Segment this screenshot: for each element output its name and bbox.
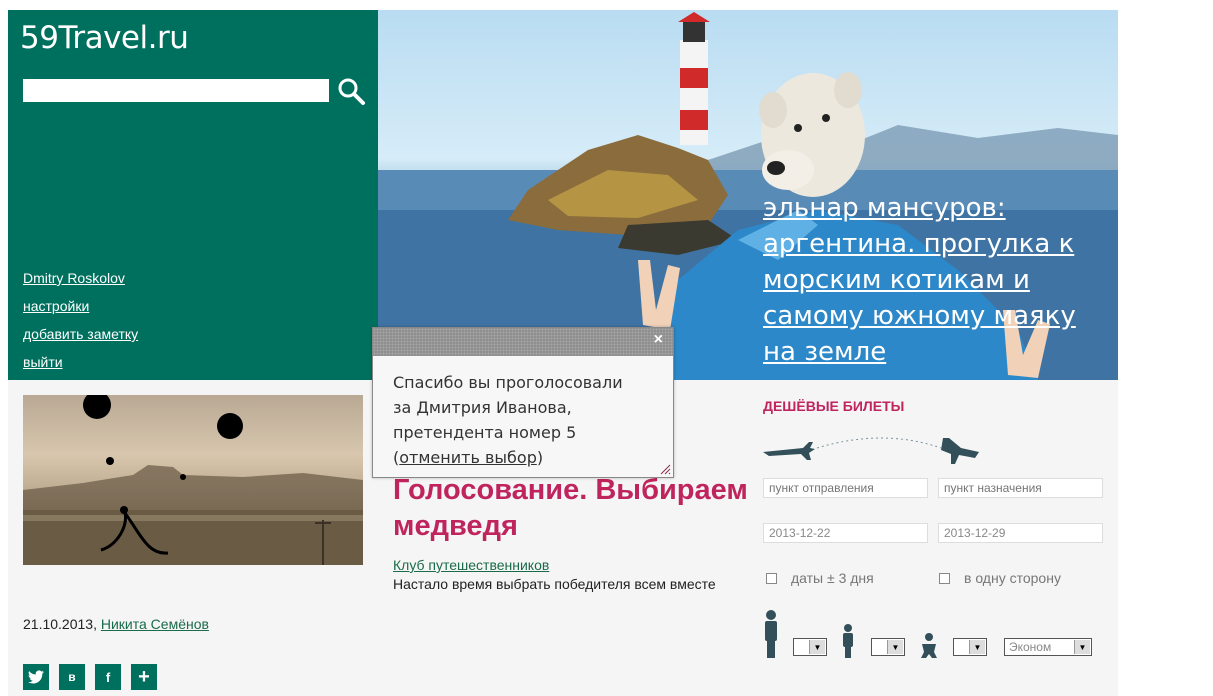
user-profile-link[interactable]: Dmitry Roskolov xyxy=(23,264,138,292)
dropdown-arrow-icon: ▼ xyxy=(887,640,903,654)
flight-route-graphic xyxy=(763,437,979,464)
search-icon xyxy=(338,78,365,105)
search-input[interactable] xyxy=(23,79,329,102)
dropdown-arrow-icon: ▼ xyxy=(809,640,825,654)
return-date-input[interactable] xyxy=(938,523,1103,543)
infants-select[interactable]: ▼ xyxy=(953,638,987,656)
one-way-option[interactable]: в одну сторону xyxy=(939,570,1061,586)
children-select[interactable]: ▼ xyxy=(871,638,905,656)
popup-line-2: за Дмитрия Иванова, xyxy=(393,398,572,417)
post-image xyxy=(23,395,363,565)
share-buttons: в f + xyxy=(23,664,157,690)
depart-date-input[interactable] xyxy=(763,523,928,543)
resize-handle-icon[interactable] xyxy=(659,463,671,475)
plus-icon: + xyxy=(138,665,150,688)
dropdown-arrow-icon: ▼ xyxy=(1074,640,1090,654)
user-menu: Dmitry Roskolov настройки добавить замет… xyxy=(23,264,138,376)
class-select[interactable]: Эконом ▼ xyxy=(1004,638,1092,656)
tickets-title: Дешёвые билеты xyxy=(763,398,905,414)
flexible-dates-label: даты ± 3 дня xyxy=(791,570,874,586)
popup-line-3: претендента номер 5 xyxy=(393,423,577,442)
adults-select[interactable]: ▼ xyxy=(793,638,827,656)
author-link[interactable]: Никита Семёнов xyxy=(101,616,209,632)
vk-share-button[interactable]: в xyxy=(59,664,85,690)
flexible-dates-option[interactable]: даты ± 3 дня xyxy=(766,570,874,586)
departure-plane-icon xyxy=(763,442,815,460)
arrival-plane-icon xyxy=(941,438,979,464)
post-description: Настало время выбрать победителя всем вм… xyxy=(393,576,716,592)
child-icon xyxy=(843,624,853,658)
post-thumbnail[interactable] xyxy=(23,395,363,565)
paren-close: ) xyxy=(536,448,544,467)
vote-confirmation-popup: × Спасибо вы проголосовали за Дмитрия Ив… xyxy=(372,327,674,478)
site-logo[interactable]: 59Travel.ru xyxy=(20,20,189,56)
popup-message: Спасибо вы проголосовали за Дмитрия Иван… xyxy=(373,356,673,470)
close-icon[interactable]: × xyxy=(654,331,663,349)
vk-icon: в xyxy=(68,670,76,684)
class-select-value: Эконом xyxy=(1009,640,1052,654)
one-way-checkbox[interactable] xyxy=(939,572,950,584)
sidebar: 59Travel.ru Dmitry Roskolov настройки до… xyxy=(8,10,378,380)
popup-line-4: (отменить выбор) xyxy=(393,445,653,470)
popup-titlebar[interactable]: × xyxy=(373,328,673,356)
twitter-icon xyxy=(28,670,44,684)
add-note-link[interactable]: добавить заметку xyxy=(23,320,138,348)
dropdown-arrow-icon: ▼ xyxy=(969,640,985,654)
facebook-icon: f xyxy=(105,669,111,685)
search-button[interactable] xyxy=(335,76,367,106)
twitter-share-button[interactable] xyxy=(23,664,49,690)
facebook-share-button[interactable]: f xyxy=(95,664,121,690)
hero-banner[interactable]: эльнар мансуров: аргентина. прогулка к м… xyxy=(378,10,1118,380)
hero-title-link[interactable]: эльнар мансуров: аргентина. прогулка к м… xyxy=(763,190,1108,370)
departure-input[interactable] xyxy=(763,478,928,498)
popup-line-1: Спасибо вы проголосовали xyxy=(393,373,623,392)
destination-input[interactable] xyxy=(938,478,1103,498)
post-date: 21.10.2013, xyxy=(23,616,97,632)
more-share-button[interactable]: + xyxy=(131,664,157,690)
flexible-dates-checkbox[interactable] xyxy=(766,572,777,584)
infant-icon xyxy=(921,633,937,658)
settings-link[interactable]: настройки xyxy=(23,292,138,320)
one-way-label: в одну сторону xyxy=(964,570,1061,586)
post-meta: 21.10.2013, Никита Семёнов xyxy=(23,616,209,632)
club-link[interactable]: Клуб путешественников xyxy=(393,557,549,573)
adult-icon xyxy=(765,610,777,658)
logout-link[interactable]: выйти xyxy=(23,348,138,376)
tickets-widget: Дешёвые билеты даты ± 3 дня в одну сторо… xyxy=(763,398,1108,688)
post-title[interactable]: Голосование. Выбираем медведя xyxy=(393,472,753,544)
cancel-vote-link[interactable]: отменить выбор xyxy=(399,448,537,467)
